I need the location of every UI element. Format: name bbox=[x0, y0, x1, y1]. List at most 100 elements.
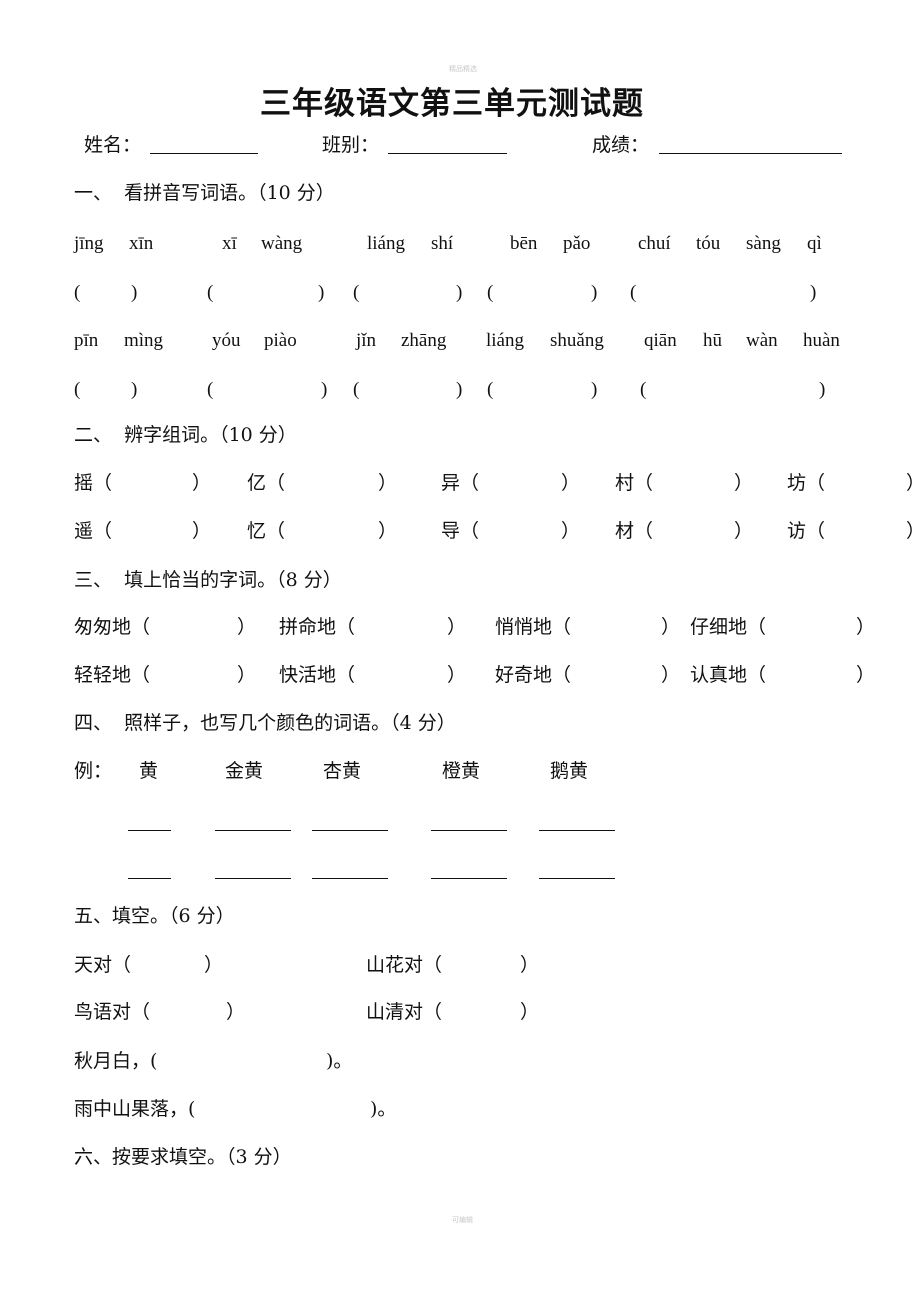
char-prompt: 访（ bbox=[787, 520, 826, 542]
adverb-prompt: 拼命地（ bbox=[279, 616, 356, 638]
bracket-close: ） bbox=[204, 954, 224, 976]
section-2-heading: 二、 辨字组词。（10 分） bbox=[74, 424, 297, 446]
couplet-prompt-2: 雨中山果落，( bbox=[74, 1098, 196, 1120]
pinyin: xī bbox=[222, 233, 237, 254]
bracket-open: ( bbox=[74, 282, 81, 303]
pinyin: qì bbox=[807, 233, 822, 254]
char-prompt: 忆（ bbox=[247, 520, 286, 542]
bracket-close: ） bbox=[447, 664, 467, 686]
adverb-prompt: 认真地（ bbox=[690, 664, 767, 686]
pair-prompt: 天对（ bbox=[74, 954, 132, 976]
pinyin: piào bbox=[264, 330, 297, 351]
couplet-end-1: )。 bbox=[326, 1050, 353, 1072]
class-label: 班别： bbox=[322, 134, 380, 156]
pinyin: zhāng bbox=[401, 330, 447, 351]
bracket-close: ) bbox=[318, 282, 325, 303]
bracket-open: ( bbox=[353, 282, 360, 303]
bracket-close: ) bbox=[819, 379, 826, 400]
pinyin: liáng bbox=[367, 233, 405, 254]
bracket-open: ( bbox=[207, 282, 214, 303]
char-prompt: 摇（ bbox=[74, 472, 113, 494]
example-label: 例： bbox=[74, 760, 113, 782]
bracket-close: ) bbox=[131, 282, 138, 303]
bracket-close: ） bbox=[192, 472, 212, 494]
pinyin: shí bbox=[431, 233, 454, 254]
pinyin: yóu bbox=[212, 330, 241, 351]
bracket-close: ） bbox=[520, 1001, 540, 1023]
char-prompt: 坊（ bbox=[787, 472, 826, 494]
bracket-close: ） bbox=[520, 954, 540, 976]
example-word: 金黄 bbox=[225, 760, 264, 782]
bracket-close: ) bbox=[131, 379, 138, 400]
pinyin: chuí bbox=[638, 233, 671, 254]
pinyin: liáng bbox=[486, 330, 524, 351]
adverb-prompt: 悄悄地（ bbox=[495, 616, 572, 638]
bracket-close: ） bbox=[237, 664, 257, 686]
bracket-close: ） bbox=[378, 520, 398, 542]
couplet-prompt-1: 秋月白，( bbox=[74, 1050, 158, 1072]
pinyin: tóu bbox=[696, 233, 721, 254]
bracket-open: ( bbox=[74, 379, 81, 400]
bracket-close: ） bbox=[561, 520, 581, 542]
answer-blank[interactable] bbox=[539, 830, 615, 831]
char-prompt: 亿（ bbox=[247, 472, 286, 494]
char-prompt: 异（ bbox=[441, 472, 480, 494]
section-6-heading: 六、按要求填空。（3 分） bbox=[74, 1146, 292, 1168]
example-word: 黄 bbox=[139, 760, 159, 782]
pair-prompt: 鸟语对（ bbox=[74, 1001, 151, 1023]
name-label: 姓名： bbox=[84, 134, 142, 156]
bracket-open: ( bbox=[487, 379, 494, 400]
bracket-open: ( bbox=[487, 282, 494, 303]
pinyin: bēn bbox=[510, 233, 538, 254]
score-label: 成绩： bbox=[592, 134, 650, 156]
bracket-close: ) bbox=[456, 282, 463, 303]
char-prompt: 遥（ bbox=[74, 520, 113, 542]
pinyin: wàng bbox=[261, 233, 303, 254]
name-field[interactable] bbox=[150, 153, 258, 154]
pinyin: mìng bbox=[124, 330, 164, 351]
section-5-heading: 五、填空。（6 分） bbox=[74, 905, 235, 927]
answer-blank[interactable] bbox=[431, 830, 507, 831]
pinyin: pīn bbox=[74, 330, 99, 351]
answer-blank[interactable] bbox=[128, 878, 171, 879]
answer-blank[interactable] bbox=[431, 878, 507, 879]
bracket-close: ） bbox=[378, 472, 398, 494]
char-prompt: 导（ bbox=[441, 520, 480, 542]
bracket-open: ( bbox=[630, 282, 637, 303]
bracket-close: ） bbox=[734, 472, 754, 494]
example-word: 橙黄 bbox=[442, 760, 481, 782]
char-prompt: 材（ bbox=[615, 520, 654, 542]
answer-blank[interactable] bbox=[215, 878, 291, 879]
class-field[interactable] bbox=[388, 153, 507, 154]
header-watermark: 精品精选 bbox=[449, 65, 477, 73]
pinyin: hū bbox=[703, 330, 722, 351]
answer-blank[interactable] bbox=[312, 830, 388, 831]
pinyin: jīng bbox=[74, 233, 104, 254]
bracket-open: ( bbox=[207, 379, 214, 400]
section-3-heading: 三、 填上恰当的字词。（8 分） bbox=[74, 569, 342, 591]
bracket-close: ） bbox=[447, 616, 467, 638]
bracket-close: ） bbox=[734, 520, 754, 542]
bracket-close: ） bbox=[856, 616, 876, 638]
bracket-close: ) bbox=[810, 282, 817, 303]
answer-blank[interactable] bbox=[312, 878, 388, 879]
bracket-close: ） bbox=[906, 519, 920, 543]
section-4-heading: 四、 照样子，也写几个颜色的词语。（4 分） bbox=[74, 712, 456, 734]
page-title: 三年级语文第三单元测试题 bbox=[260, 86, 644, 122]
pinyin: huàn bbox=[803, 330, 840, 351]
answer-blank[interactable] bbox=[128, 830, 171, 831]
pair-prompt: 山清对（ bbox=[366, 1001, 443, 1023]
score-field[interactable] bbox=[659, 153, 842, 154]
bracket-close: ） bbox=[661, 664, 681, 686]
answer-blank[interactable] bbox=[539, 878, 615, 879]
char-prompt: 村（ bbox=[615, 472, 654, 494]
bracket-close: ） bbox=[561, 472, 581, 494]
pinyin: shuǎng bbox=[550, 330, 604, 351]
bracket-close: ) bbox=[456, 379, 463, 400]
bracket-close: ） bbox=[856, 664, 876, 686]
answer-blank[interactable] bbox=[215, 830, 291, 831]
adverb-prompt: 快活地（ bbox=[279, 664, 356, 686]
bracket-close: ） bbox=[226, 1001, 246, 1023]
section-1-heading: 一、 看拼音写词语。（10 分） bbox=[74, 182, 335, 204]
adverb-prompt: 好奇地（ bbox=[495, 664, 572, 686]
